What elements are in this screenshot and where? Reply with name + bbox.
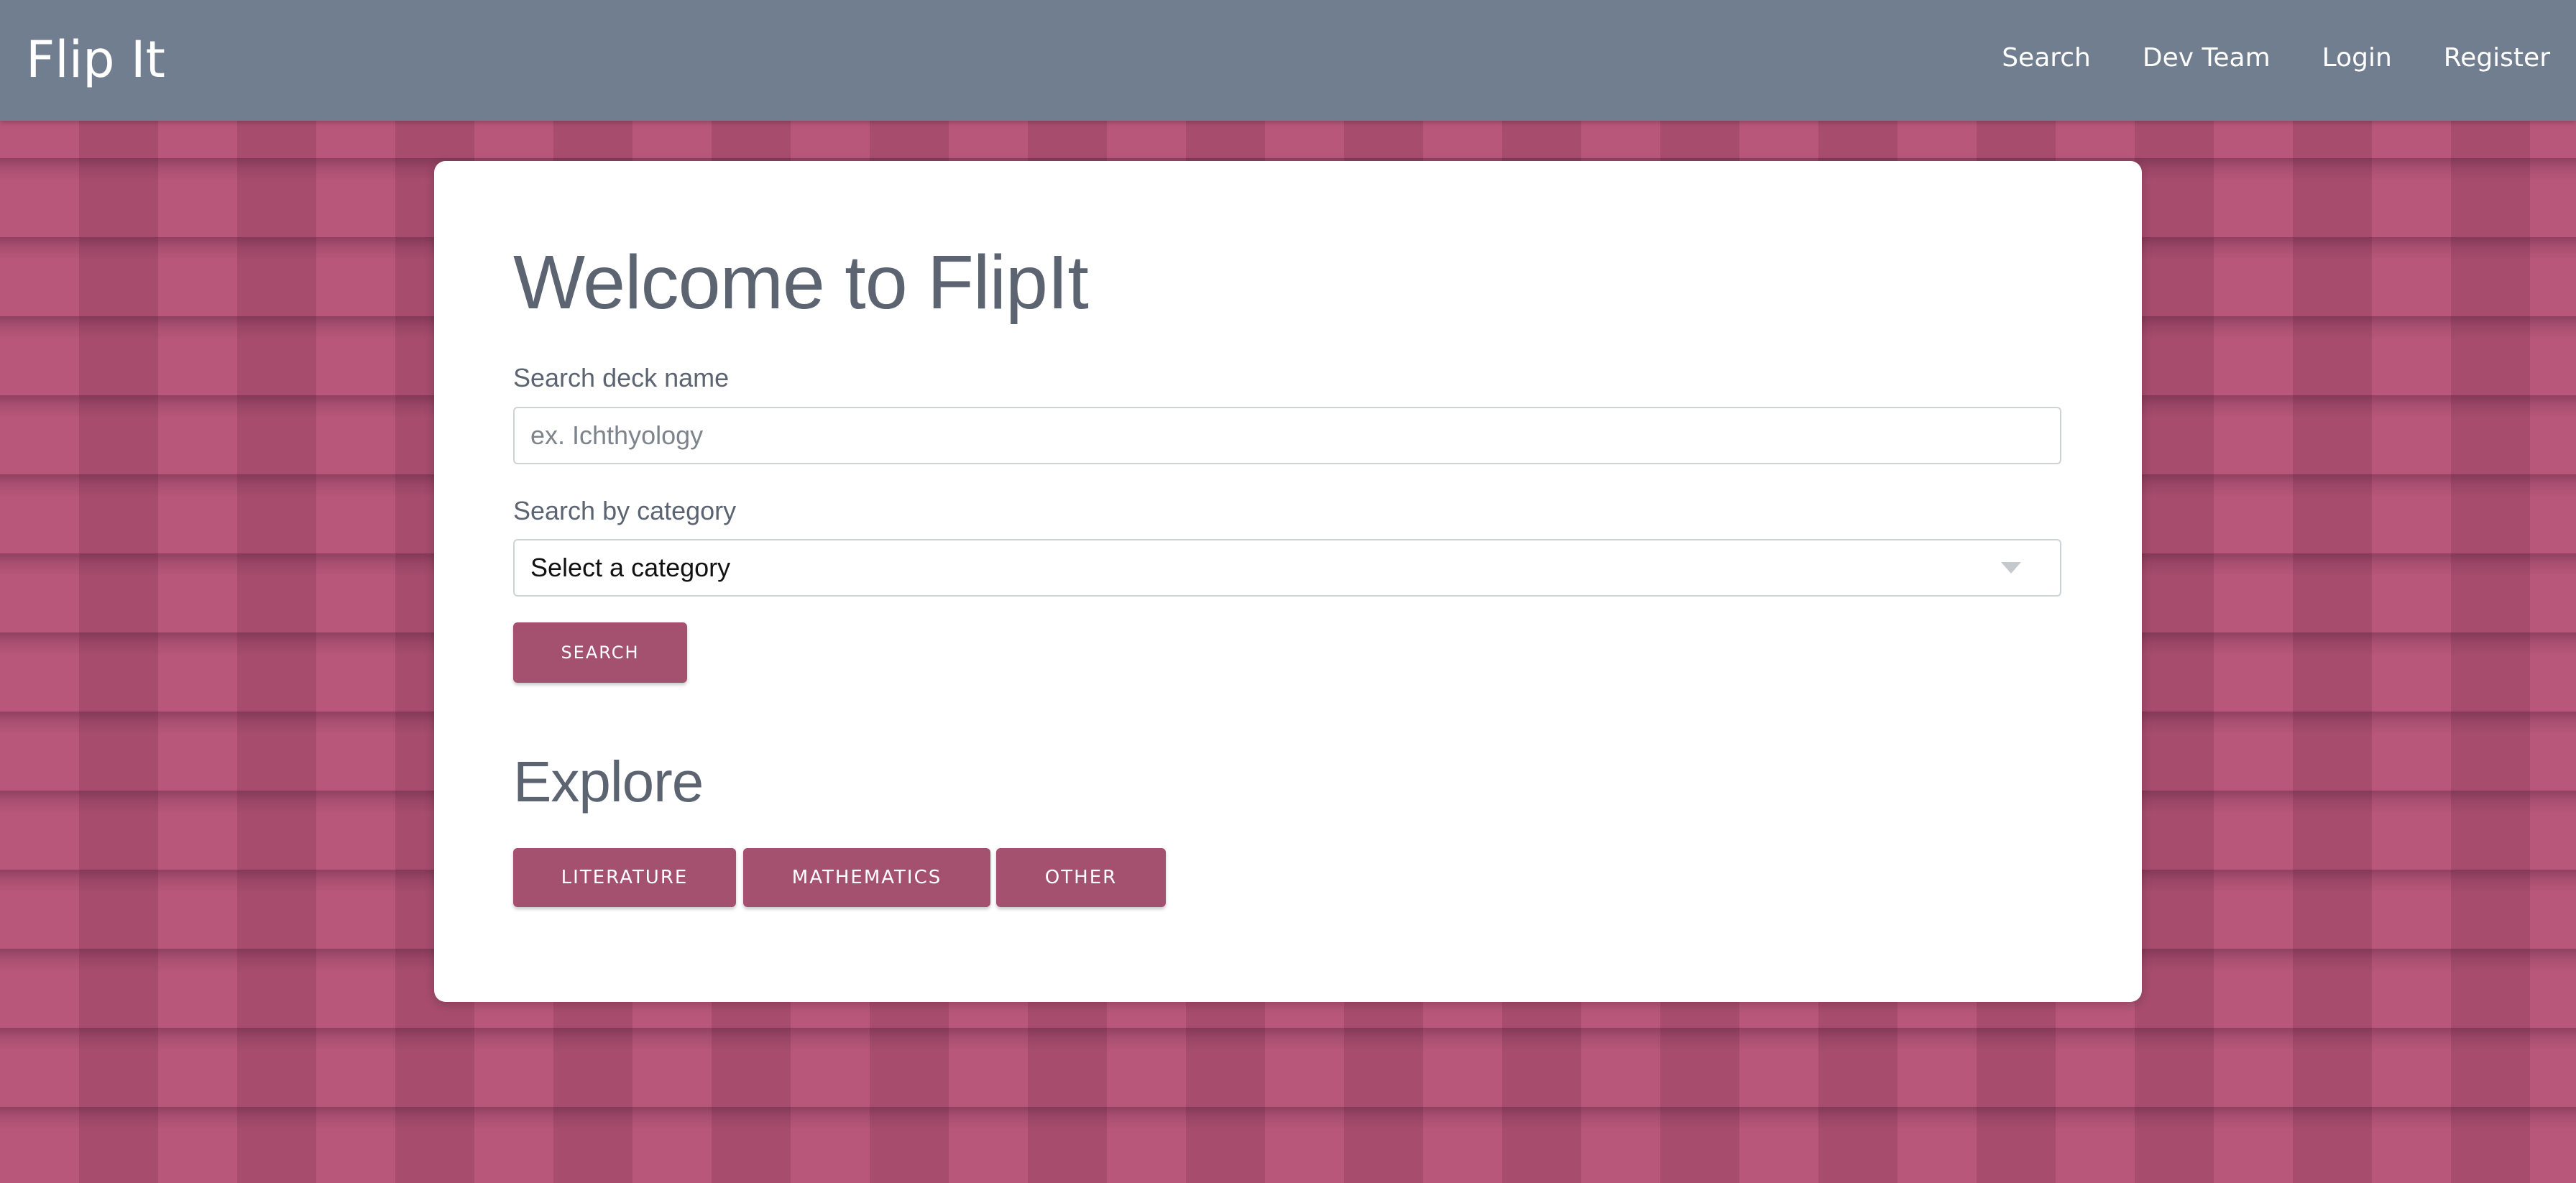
nav-dev-team[interactable]: Dev Team <box>2143 40 2271 77</box>
category-select-value: Select a category <box>530 553 731 582</box>
nav-menu: Search Dev Team Login Register <box>1950 40 2550 77</box>
explore-literature-button[interactable]: Literature <box>513 848 736 907</box>
chevron-down-icon <box>2001 562 2021 574</box>
explore-other-button[interactable]: Other <box>996 848 1166 907</box>
category-label: Search by category <box>513 496 737 525</box>
page-title: Welcome to FlipIt <box>513 240 1089 325</box>
search-deck-input[interactable] <box>513 407 2061 464</box>
nav-register[interactable]: Register <box>2444 40 2550 77</box>
search-deck-label: Search deck name <box>513 363 730 392</box>
search-card: Welcome to FlipIt Search deck name Searc… <box>434 161 2142 1002</box>
category-select[interactable]: Select a category <box>513 539 2061 597</box>
brand-logo[interactable]: Flip It <box>26 27 165 92</box>
explore-mathematics-button[interactable]: Mathematics <box>743 848 990 907</box>
nav-search[interactable]: Search <box>2002 40 2091 77</box>
search-button[interactable]: Search <box>513 622 687 683</box>
explore-heading: Explore <box>513 750 704 814</box>
nav-login[interactable]: Login <box>2322 40 2392 77</box>
top-navbar: Flip It Search Dev Team Login Register <box>0 0 2576 121</box>
